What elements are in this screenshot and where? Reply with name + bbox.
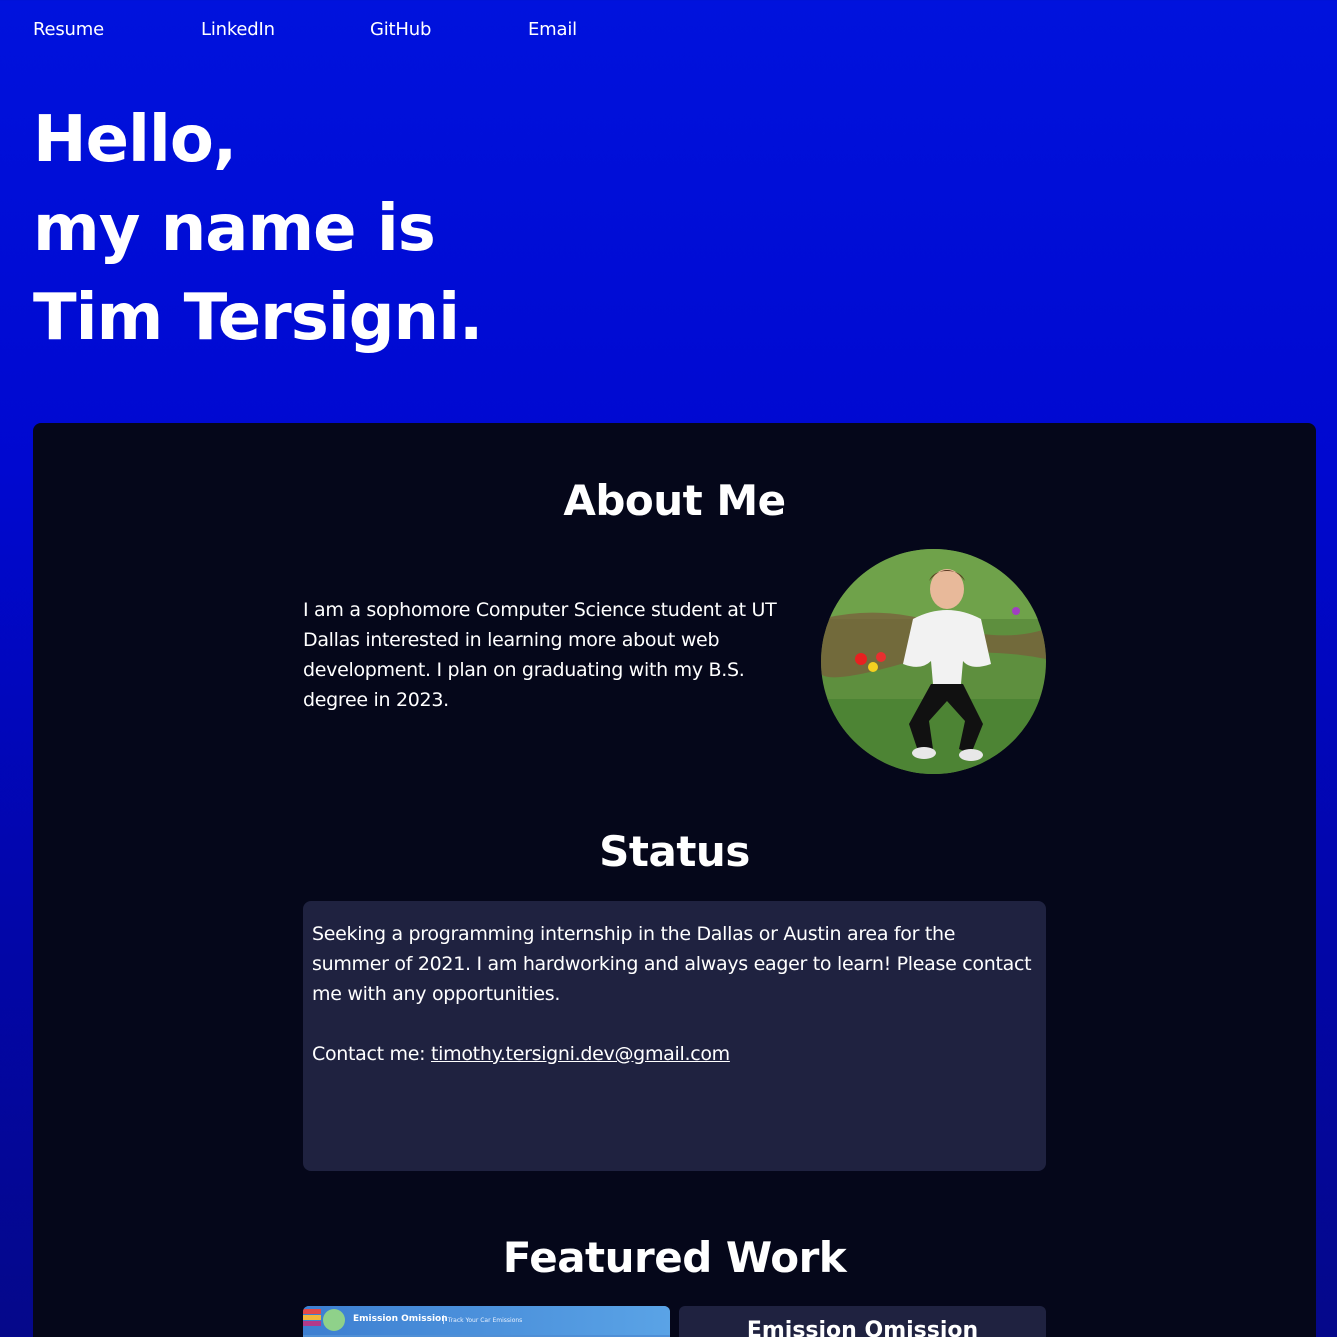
featured-title: Featured Work bbox=[502, 1233, 847, 1282]
hero-line-3: Tim Tersigni. bbox=[33, 281, 483, 355]
featured-work-thumbnail[interactable]: Emission Omission Track Your Car Emissio… bbox=[303, 1306, 670, 1337]
featured-work-card[interactable]: Emission Omission bbox=[679, 1306, 1046, 1337]
thumbnail-title: Emission Omission bbox=[353, 1314, 448, 1324]
emission-globe-icon bbox=[323, 1309, 345, 1331]
contact-email-link[interactable]: timothy.tersigni.dev@gmail.com bbox=[431, 1043, 730, 1065]
nav-email-link[interactable]: Email bbox=[528, 19, 577, 40]
status-title: Status bbox=[599, 827, 750, 876]
contact-line: Contact me: timothy.tersigni.dev@gmail.c… bbox=[312, 1039, 1037, 1069]
status-text: Seeking a programming internship in the … bbox=[312, 923, 1032, 1005]
nav-resume-link[interactable]: Resume bbox=[33, 19, 104, 40]
profile-photo bbox=[821, 549, 1046, 774]
hero-line-2: my name is bbox=[33, 192, 436, 266]
emission-logo-icon bbox=[303, 1309, 321, 1331]
contact-label: Contact me: bbox=[312, 1043, 426, 1065]
about-title: About Me bbox=[563, 476, 786, 525]
about-text: I am a sophomore Computer Science studen… bbox=[303, 599, 777, 711]
main-card: About Me I am a sophomore Computer Scien… bbox=[33, 423, 1316, 1337]
hero-line-1: Hello, bbox=[33, 103, 237, 177]
featured-work-title: Emission Omission bbox=[746, 1318, 979, 1337]
thumbnail-header: Emission Omission Track Your Car Emissio… bbox=[303, 1306, 670, 1335]
status-box: Seeking a programming internship in the … bbox=[303, 901, 1046, 1171]
profile-photo-icon bbox=[821, 549, 1046, 774]
thumbnail-subtitle: Track Your Car Emissions bbox=[442, 1315, 522, 1325]
nav-github-link[interactable]: GitHub bbox=[370, 19, 431, 40]
nav-linkedin-link[interactable]: LinkedIn bbox=[201, 19, 275, 40]
hero-heading: Hello, my name is Tim Tersigni. bbox=[33, 96, 483, 363]
